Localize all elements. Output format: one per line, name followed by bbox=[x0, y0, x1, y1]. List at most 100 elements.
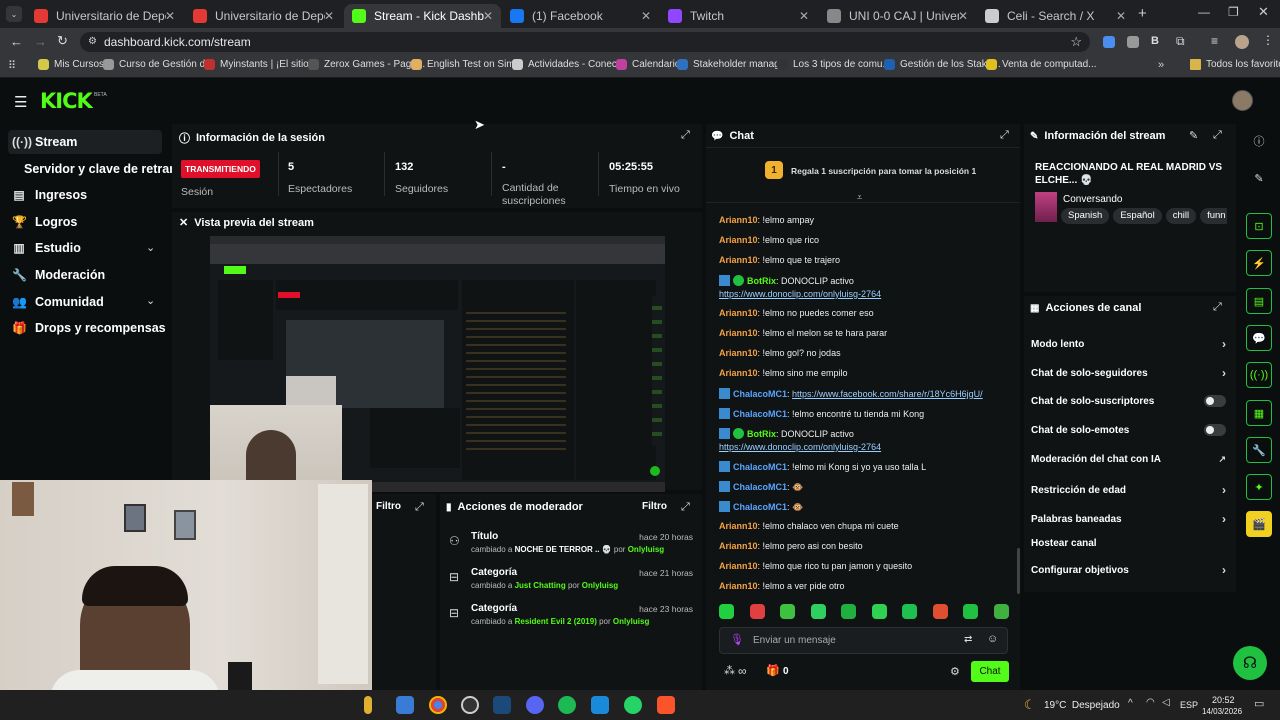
bolt-icon[interactable]: ⚡ bbox=[1246, 250, 1272, 276]
chat-icon[interactable]: 💬 bbox=[1246, 325, 1272, 351]
chat-username[interactable]: Ariann10 bbox=[719, 328, 758, 338]
chat-settings-icon[interactable]: ⚙ bbox=[950, 665, 960, 678]
emote-icon[interactable] bbox=[841, 604, 857, 619]
whatsapp-icon[interactable] bbox=[624, 696, 642, 714]
chat-username[interactable]: ChalacoMC1 bbox=[733, 482, 787, 492]
bookmark-item[interactable]: Myinstants | ¡El sitio... bbox=[204, 59, 317, 70]
bookmark-item[interactable]: Mis Cursos bbox=[38, 59, 104, 70]
stream-tag[interactable]: chill bbox=[1165, 208, 1197, 224]
chat-username[interactable]: Ariann10 bbox=[719, 368, 758, 378]
chat-username[interactable]: ChalacoMC1 bbox=[733, 389, 787, 399]
chat-username[interactable]: BotRix bbox=[747, 276, 776, 286]
tab-close-icon[interactable]: ✕ bbox=[324, 9, 334, 23]
bookmarks-overflow-icon[interactable]: » bbox=[1158, 59, 1164, 71]
emote-icon[interactable] bbox=[780, 604, 796, 619]
bookmark-item[interactable]: Stakeholder manag... bbox=[677, 59, 788, 70]
channel-actions-expand-icon[interactable]: ⤢ bbox=[1213, 301, 1222, 314]
clipboard-icon[interactable]: ▤ bbox=[1246, 288, 1272, 314]
discord-icon[interactable] bbox=[526, 696, 544, 714]
chat-username[interactable]: Ariann10 bbox=[719, 235, 758, 245]
profile-avatar[interactable] bbox=[1235, 35, 1249, 49]
menu-kebab-icon[interactable]: ⋮ bbox=[1262, 33, 1274, 47]
obs-icon[interactable] bbox=[461, 696, 479, 714]
mod-expand-icon[interactable]: ⤢ bbox=[681, 501, 690, 514]
chat-username[interactable]: Ariann10 bbox=[719, 215, 758, 225]
chevron-right-icon[interactable]: › bbox=[1222, 337, 1226, 351]
wrench-icon[interactable]: 🔧 bbox=[1246, 437, 1272, 463]
chat-send-button[interactable]: Chat bbox=[971, 661, 1009, 682]
chat-username[interactable]: Ariann10 bbox=[719, 348, 758, 358]
chat-username[interactable]: Ariann10 bbox=[719, 308, 758, 318]
chat-username[interactable]: ChalacoMC1 bbox=[733, 462, 787, 472]
chat-username[interactable]: Ariann10 bbox=[719, 521, 758, 531]
all-bookmarks[interactable]: Todos los favoritos bbox=[1190, 59, 1280, 70]
chat-link[interactable]: https://www.donoclip.com/onlyluisg-2764 bbox=[719, 442, 881, 452]
brave-icon[interactable] bbox=[657, 696, 675, 714]
emote-icon[interactable] bbox=[719, 604, 734, 619]
extension-icon-2[interactable] bbox=[1127, 36, 1139, 48]
chevron-right-icon[interactable]: › bbox=[1222, 366, 1226, 380]
tab-close-icon[interactable]: ✕ bbox=[799, 9, 809, 23]
puzzle-icon[interactable]: ⧉ bbox=[1176, 34, 1185, 49]
clock-date[interactable]: 14/03/2026 bbox=[1202, 707, 1242, 716]
kick-logo[interactable]: KICK bbox=[40, 89, 93, 113]
browser-tab[interactable]: Twitch ✕ bbox=[660, 4, 817, 28]
chat-username[interactable]: Ariann10 bbox=[719, 541, 758, 551]
chat-link[interactable]: https://www.donoclip.com/onlyluisg-2764 bbox=[719, 289, 881, 299]
stream-tag[interactable]: funn bbox=[1200, 208, 1227, 224]
bookmark-item[interactable]: English Test on Sim... bbox=[411, 59, 523, 70]
new-tab-button[interactable]: + bbox=[1138, 5, 1147, 22]
bookmark-item[interactable]: Los 3 tipos de comu... bbox=[777, 59, 891, 70]
chrome-icon[interactable] bbox=[429, 696, 447, 714]
chat-input[interactable]: 🎙 Enviar un mensaje ⇄ ☺ bbox=[719, 627, 1008, 654]
extension-icon-3[interactable]: B bbox=[1151, 35, 1159, 47]
channel-action-item[interactable]: Modo lento › bbox=[1031, 337, 1226, 351]
activity-filter-button[interactable]: Filtro bbox=[376, 501, 401, 512]
bookmark-item[interactable]: Curso de Gestión d... bbox=[103, 59, 214, 70]
chat-link[interactable]: https://www.facebook.com/share/r/18Yc6H6… bbox=[792, 389, 983, 399]
emoji-icon[interactable]: ☺ bbox=[987, 633, 998, 645]
chat-username[interactable]: Ariann10 bbox=[719, 255, 758, 265]
session-expand-icon[interactable]: ⤢ bbox=[681, 129, 690, 142]
sidebar-item-comunidad[interactable]: 👥 Comunidad bbox=[12, 291, 104, 313]
chat-username[interactable]: BotRix bbox=[747, 429, 776, 439]
pencil-icon[interactable]: ✎ bbox=[1246, 165, 1272, 191]
channel-action-item[interactable]: Hostear canal bbox=[1031, 538, 1226, 549]
mod-filter-button[interactable]: Filtro bbox=[642, 501, 667, 512]
tab-search-icon[interactable]: ⌄ bbox=[6, 6, 22, 22]
activity-expand-icon[interactable]: ⤢ bbox=[415, 501, 424, 514]
address-bar[interactable]: ⚙ dashboard.kick.com/stream ☆ bbox=[80, 32, 1090, 52]
spotify-icon[interactable] bbox=[558, 696, 576, 714]
tray-chevron-icon[interactable]: ^ bbox=[1128, 698, 1133, 709]
back-icon[interactable]: ← bbox=[10, 34, 23, 49]
bookmark-item[interactable]: Venta de computad... bbox=[986, 59, 1097, 70]
broadcast-icon[interactable]: ((·)) bbox=[1246, 362, 1272, 388]
volume-icon[interactable]: ◁ bbox=[1162, 697, 1170, 708]
emote-icon[interactable] bbox=[810, 604, 826, 619]
channel-action-item[interactable]: Moderación del chat con IA ↗ bbox=[1031, 454, 1226, 465]
edge-icon[interactable] bbox=[591, 696, 609, 714]
stream-info-expand-icon[interactable]: ⤢ bbox=[1213, 129, 1222, 142]
minimize-button[interactable]: — bbox=[1198, 5, 1210, 19]
chat-username[interactable]: Ariann10 bbox=[719, 581, 758, 591]
emote-icon[interactable] bbox=[932, 604, 948, 619]
gift-sub-text[interactable]: Regala 1 suscripción para tomar la posic… bbox=[791, 166, 976, 176]
emote-icon[interactable] bbox=[871, 604, 887, 619]
clapper-icon[interactable]: 🎬 bbox=[1246, 511, 1272, 537]
sidebar-item-drops[interactable]: 🎁 Drops y recompensas bbox=[12, 317, 166, 339]
notification-icon[interactable]: ▭ bbox=[1254, 697, 1264, 710]
browser-tab[interactable]: Universitario de Deportes - UTC✕ bbox=[185, 4, 342, 28]
category-name[interactable]: Conversando bbox=[1063, 194, 1122, 205]
chevron-right-icon[interactable]: › bbox=[1222, 483, 1226, 497]
close-window-button[interactable]: ✕ bbox=[1258, 4, 1269, 20]
chat-scrollbar[interactable] bbox=[1017, 548, 1020, 594]
chevron-right-icon[interactable]: › bbox=[1222, 512, 1226, 526]
chevron-right-icon[interactable]: › bbox=[1222, 563, 1226, 577]
tab-close-icon[interactable]: ✕ bbox=[1116, 9, 1126, 23]
emote-icon[interactable] bbox=[749, 604, 765, 619]
estudio-chevron-icon[interactable]: ⌄ bbox=[146, 241, 155, 254]
info-icon[interactable]: ⓘ bbox=[1246, 128, 1272, 154]
channel-action-item[interactable]: Configurar objetivos › bbox=[1031, 563, 1226, 577]
user-avatar[interactable] bbox=[1232, 90, 1253, 111]
tab-close-icon[interactable]: ✕ bbox=[641, 9, 651, 23]
